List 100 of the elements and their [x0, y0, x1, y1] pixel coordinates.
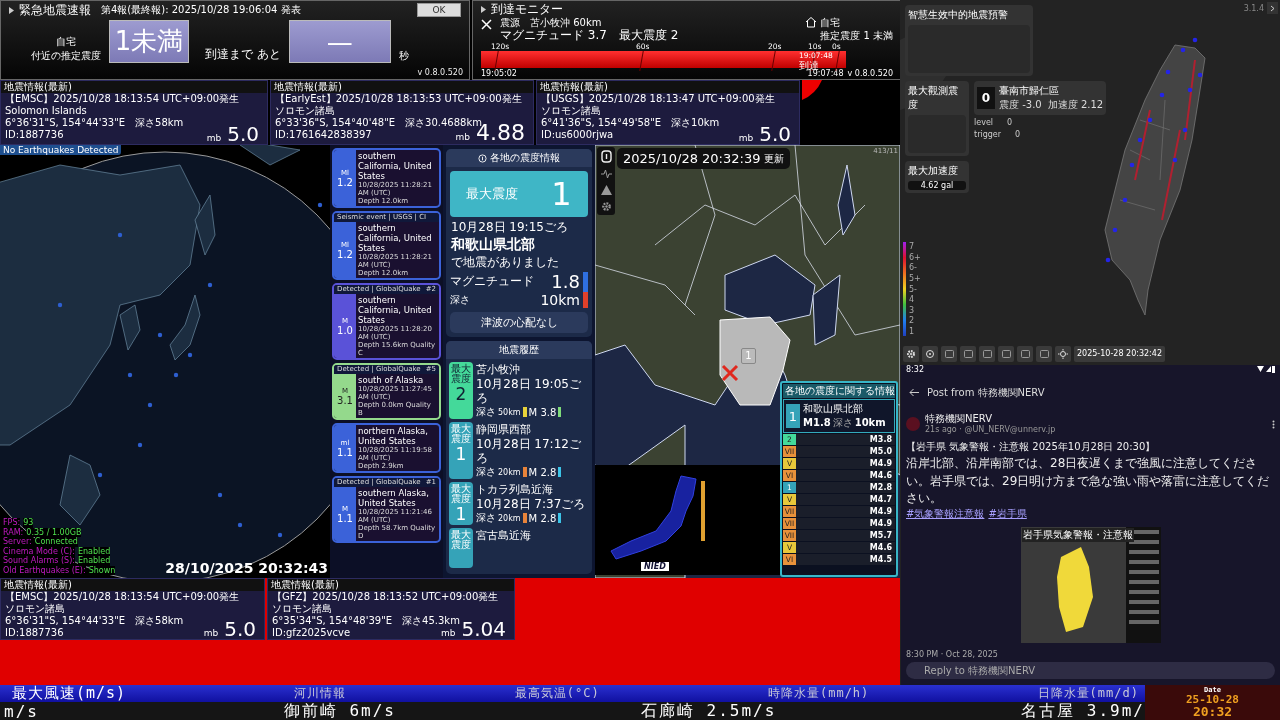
ticker-value: 御前崎 6m/s	[283, 700, 396, 720]
scale-label: 1	[909, 327, 916, 336]
place-name: ソロモン諸島	[275, 105, 335, 117]
stat-value: 0.35 / 1.00GB	[26, 527, 82, 537]
scale-label: 3	[909, 305, 916, 315]
ticker-heading: 河川情報	[294, 685, 347, 702]
place-name: トカラ列島近海	[476, 482, 554, 497]
close-icon	[481, 19, 492, 30]
depth-value: 10km	[854, 417, 886, 428]
card-header: 地震情報(最新)	[537, 81, 799, 93]
magnitude-value: 5.0	[759, 124, 791, 144]
house-icon	[805, 16, 818, 28]
magnitude-value: 1.1	[337, 512, 353, 524]
magnitude-value: 5.0	[227, 124, 259, 144]
scale-label: 6-	[909, 263, 918, 273]
back-arrow-icon[interactable]	[909, 388, 919, 398]
magnitude-info: マグニチュード 3.7 最大震度 2	[500, 29, 679, 42]
epicenter-x-icon	[721, 364, 739, 382]
ok-button[interactable]: OK	[417, 3, 461, 17]
place-name: southern California, United States	[358, 295, 433, 325]
place-name: 静岡県西部	[476, 422, 532, 437]
start-time: 19:05:02	[481, 69, 517, 78]
current-time: 19:07:48	[807, 69, 844, 78]
magnitude-value: M4.7	[869, 495, 892, 504]
status-clock: 8:32	[906, 365, 924, 375]
panel-title: 各地の震度に関する情報	[783, 384, 895, 398]
toolbar-button[interactable]	[1017, 346, 1033, 362]
card-header: 地震情報(最新)	[271, 81, 533, 93]
settings-icon	[906, 349, 916, 359]
magnitude-scale: mb	[738, 132, 754, 144]
home-label: 自宅	[820, 16, 841, 29]
stat-label: RAM:	[3, 527, 24, 537]
chevron-icon	[1270, 4, 1275, 12]
home-estimate: 推定震度 1 未満	[820, 29, 893, 42]
ticker-heading: 日降水量(mm/d)	[1037, 685, 1139, 702]
stat-value: Enabled	[77, 546, 111, 556]
event-time: 10月28日 19:15ごろ	[450, 219, 569, 236]
expand-button[interactable]	[1267, 2, 1278, 14]
magnitude-label: マグニチュード	[450, 273, 534, 290]
waveform-icon[interactable]	[600, 169, 612, 179]
magnitude-scale: mb	[441, 627, 456, 639]
toolbar-button[interactable]	[903, 346, 919, 362]
post-timestamp: 8:30 PM · Oct 28, 2025	[906, 649, 999, 662]
epicenter-info: 震源 苫小牧沖 60km	[500, 16, 602, 29]
toolbar-button[interactable]	[998, 346, 1014, 362]
toolbar-button[interactable]	[1055, 346, 1071, 362]
toolbar-button[interactable]	[1036, 346, 1052, 362]
hashtag-link[interactable]: #岩手県	[988, 507, 1027, 522]
version-label: v 0.8.0.520	[417, 68, 463, 77]
stat-value: 0	[1015, 130, 1021, 139]
stat-label: level	[974, 118, 994, 127]
place-name: 宮古島近海	[476, 528, 531, 543]
place-name: southern California, United States	[358, 223, 433, 253]
crosshair-icon	[925, 349, 935, 359]
magnitude-scale: mb	[206, 132, 222, 144]
stat-value: 93	[23, 518, 34, 528]
coordinates: 6°35'34"S, 154°48'39"E 深さ45.3km	[272, 615, 460, 627]
magnitude-value: 1.1	[337, 446, 353, 458]
reply-field[interactable]: Reply to 特務機関NERV	[906, 662, 1275, 679]
intensity-reading: 震度 -3.0	[999, 98, 1042, 112]
epicenter-name: 和歌山県北部	[450, 236, 536, 254]
place-name: ソロモン諸島	[5, 603, 65, 615]
info-icon[interactable]	[600, 150, 612, 163]
card-header: 地震情報(最新)	[1, 81, 267, 93]
seconds-unit: 秒	[398, 49, 409, 63]
magnitude-value: M4.6	[869, 471, 892, 480]
depth-label: 深さ	[450, 293, 470, 307]
avatar	[906, 417, 920, 432]
magnitude-value: 1.8	[551, 271, 580, 292]
estimate-label: 付近の推定震度	[31, 49, 101, 63]
card-header: 地震情報(最新)	[1, 579, 264, 591]
alert-corner-drawing	[802, 80, 822, 100]
time-value: 20:32	[1192, 705, 1233, 718]
magnitude-value: M4.9	[869, 459, 892, 468]
sun-icon	[1058, 349, 1068, 359]
place-name: southern California, United States	[358, 151, 433, 181]
toolbar-button[interactable]	[960, 346, 976, 362]
toolbar-button[interactable]	[922, 346, 938, 362]
hashtag-link[interactable]: #気象警報注意報	[906, 507, 985, 522]
event-id: ID:1887736	[5, 129, 64, 141]
more-options-icon[interactable]	[1272, 419, 1275, 429]
settings-icon	[600, 201, 612, 212]
source-line: 【GFZ】2025/10/28 18:13:52 UTC+09:00発生	[272, 591, 499, 603]
max-intensity-value: 1	[551, 175, 572, 213]
event-id: ID:us6000rjwa	[541, 129, 614, 141]
acceleration-reading: 加速度 2.12	[1047, 98, 1104, 112]
stat-value: Enabled	[78, 556, 111, 566]
warning-icon[interactable]	[600, 185, 612, 195]
toolbar-button[interactable]	[979, 346, 995, 362]
coordinates: 6°36'31"S, 154°44'33"E 深さ58km	[5, 117, 184, 129]
badge-label: 最大震度	[451, 364, 471, 384]
version-label: v 0.8.0.520	[847, 69, 893, 78]
magnitude-value: M 3.8	[528, 406, 557, 418]
event-id: ID:1761642838397	[275, 129, 372, 141]
magnitude-value: M4.6	[869, 543, 892, 552]
status-label: No Earthquakes Detected	[0, 145, 122, 155]
ticker-value: m/s	[4, 701, 39, 720]
toolbar-button[interactable]	[941, 346, 957, 362]
place-name: northern Alaska, United States	[358, 426, 429, 446]
scale-label: 6+	[909, 252, 921, 262]
